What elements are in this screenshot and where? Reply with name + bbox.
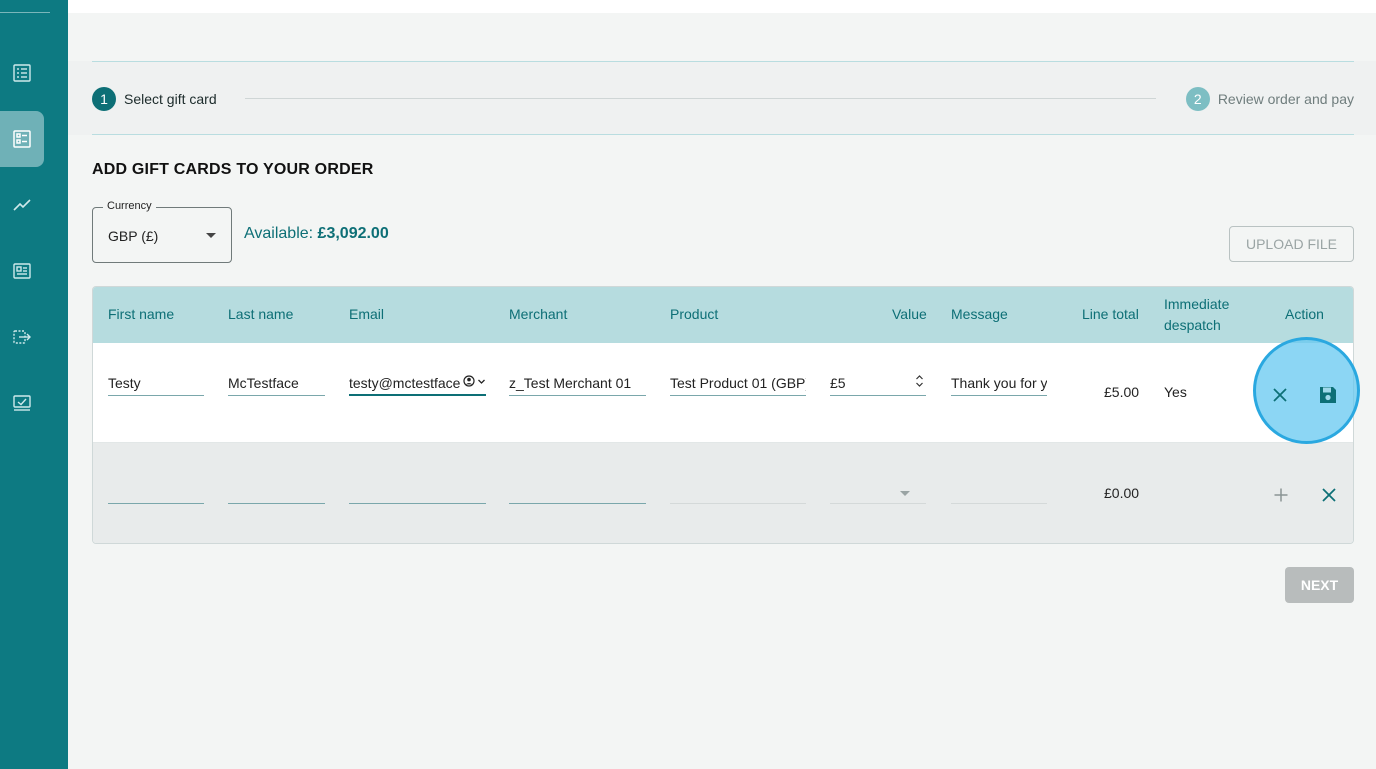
plus-icon <box>1274 488 1288 502</box>
header-last-name: Last name <box>228 306 294 322</box>
close-icon <box>1273 388 1287 402</box>
checked-screen-icon <box>13 395 31 411</box>
chevron-down-icon <box>900 491 910 496</box>
save-row-button[interactable] <box>1315 382 1341 408</box>
email-input[interactable] <box>349 482 486 504</box>
close-icon <box>1322 488 1336 502</box>
chevron-down-icon <box>478 379 485 384</box>
message-input[interactable] <box>951 482 1047 504</box>
header-first-name: First name <box>108 306 175 322</box>
header-merchant: Merchant <box>509 306 568 322</box>
currency-select[interactable]: Currency GBP (£) <box>92 200 232 263</box>
step-number: 2 <box>1185 87 1210 111</box>
currency-value: GBP (£) <box>108 228 159 244</box>
header-immediate-line2: despatch <box>1164 317 1221 333</box>
sidebar-item-reports[interactable] <box>0 243 44 299</box>
sidebar-divider <box>0 12 50 13</box>
product-select[interactable] <box>670 482 806 504</box>
sidebar-item-analytics[interactable] <box>0 177 44 233</box>
header-email: Email <box>349 306 385 322</box>
merchant-select[interactable] <box>509 482 646 504</box>
header-message: Message <box>951 306 1008 322</box>
page-title: ADD GIFT CARDS TO YOUR ORDER <box>92 161 374 178</box>
table-row: Testy McTestface testy@mctestface z_Test… <box>93 343 1353 443</box>
last-name-input[interactable] <box>228 482 325 504</box>
header-immediate-despatch: Immediate despatch <box>1164 294 1229 336</box>
gift-card-table: First name Last name Email Merchant Prod… <box>92 286 1354 544</box>
last-name-input[interactable]: McTestface <box>228 374 325 396</box>
step-number: 1 <box>92 87 116 111</box>
email-input[interactable]: testy@mctestface <box>349 374 486 396</box>
line-total: £0.00 <box>1104 485 1140 501</box>
next-button[interactable]: NEXT <box>1285 567 1354 603</box>
currency-label: Currency <box>103 200 156 212</box>
remove-row-button[interactable] <box>1316 482 1342 508</box>
person-circle-icon <box>463 375 475 387</box>
spinner-arrows-icon[interactable] <box>915 374 924 388</box>
step-review-order: 2 Review order and pay <box>1185 87 1354 111</box>
message-input[interactable]: Thank you for y <box>951 374 1047 396</box>
immediate-despatch-value: Yes <box>1164 384 1187 400</box>
autofill-contact-icon[interactable] <box>461 375 486 387</box>
transfer-icon <box>13 330 31 344</box>
first-name-input[interactable] <box>108 482 204 504</box>
list-icon <box>13 64 31 82</box>
chevron-down-icon <box>206 233 216 238</box>
available-amount: £3,092.00 <box>317 225 389 242</box>
step-label: Select gift card <box>124 91 217 107</box>
value-amount: £5 <box>830 375 846 391</box>
header-product: Product <box>670 306 719 322</box>
sidebar-item-list[interactable] <box>0 45 44 101</box>
email-value: testy@mctestface <box>349 375 461 391</box>
save-icon <box>1320 387 1336 403</box>
sidebar-item-completed[interactable] <box>0 375 44 431</box>
add-row-button[interactable] <box>1268 482 1294 508</box>
trend-chart-icon <box>13 199 31 211</box>
table-header: First name Last name Email Merchant Prod… <box>93 287 1353 343</box>
header-line-total: Line total <box>1082 306 1139 322</box>
table-row: £0.00 <box>93 443 1353 543</box>
step-label: Review order and pay <box>1217 91 1354 107</box>
order-stepper: 1 Select gift card 2 Review order and pa… <box>68 61 1376 135</box>
available-prefix: Available: <box>244 225 314 242</box>
stepper-border-bottom <box>92 134 1354 135</box>
top-header <box>68 0 1376 13</box>
header-action: Action <box>1285 306 1324 322</box>
report-icon <box>13 263 31 279</box>
line-total: £5.00 <box>1104 384 1140 400</box>
header-value: Value <box>892 306 927 322</box>
header-immediate-line1: Immediate <box>1164 296 1230 312</box>
available-balance: Available: £3,092.00 <box>244 225 389 243</box>
value-select[interactable] <box>830 482 926 504</box>
sidebar-item-order[interactable] <box>0 111 44 167</box>
sidebar-item-transfers[interactable] <box>0 309 44 365</box>
step-select-gift-card: 1 Select gift card <box>92 87 217 111</box>
step-connector <box>245 98 1156 99</box>
up-down-icon <box>916 375 923 387</box>
merchant-select[interactable]: z_Test Merchant 01 <box>509 374 646 396</box>
product-select[interactable]: Test Product 01 (GBP) <box>670 374 806 396</box>
stepper-border-top <box>92 61 1354 62</box>
value-stepper[interactable]: £5 <box>830 374 926 396</box>
sidebar <box>0 0 68 769</box>
cancel-row-button[interactable] <box>1267 382 1293 408</box>
upload-file-button[interactable]: UPLOAD FILE <box>1229 226 1354 262</box>
order-form-icon <box>13 130 31 148</box>
first-name-input[interactable]: Testy <box>108 374 204 396</box>
